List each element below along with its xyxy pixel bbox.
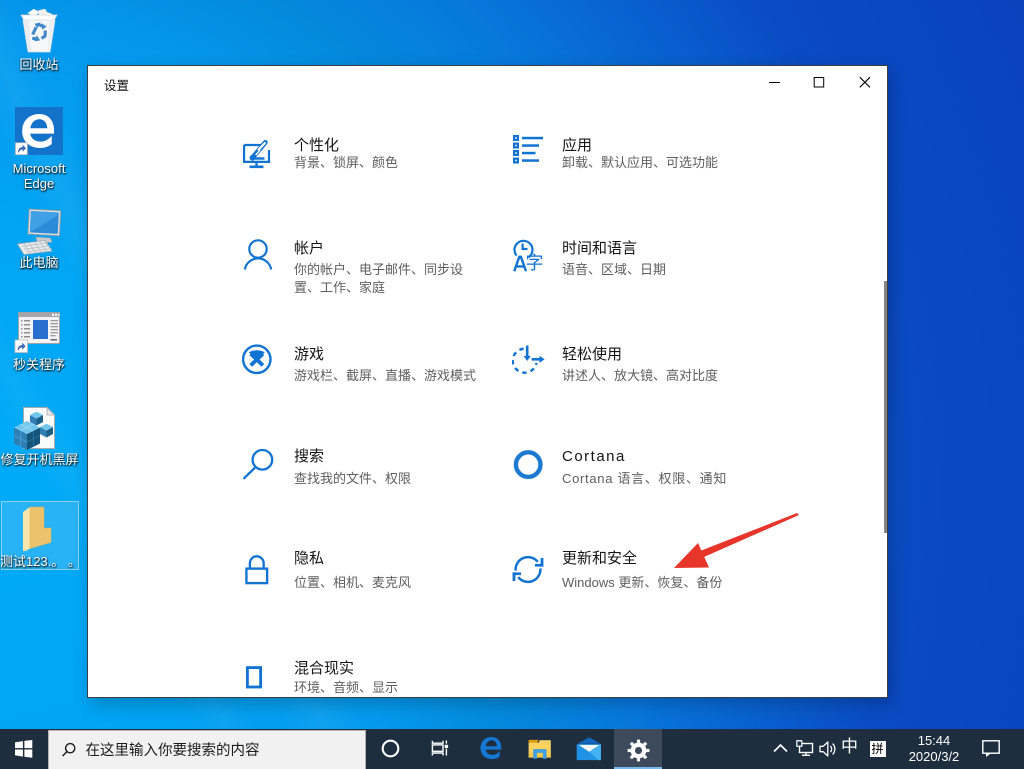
- svg-text:字: 字: [526, 253, 544, 273]
